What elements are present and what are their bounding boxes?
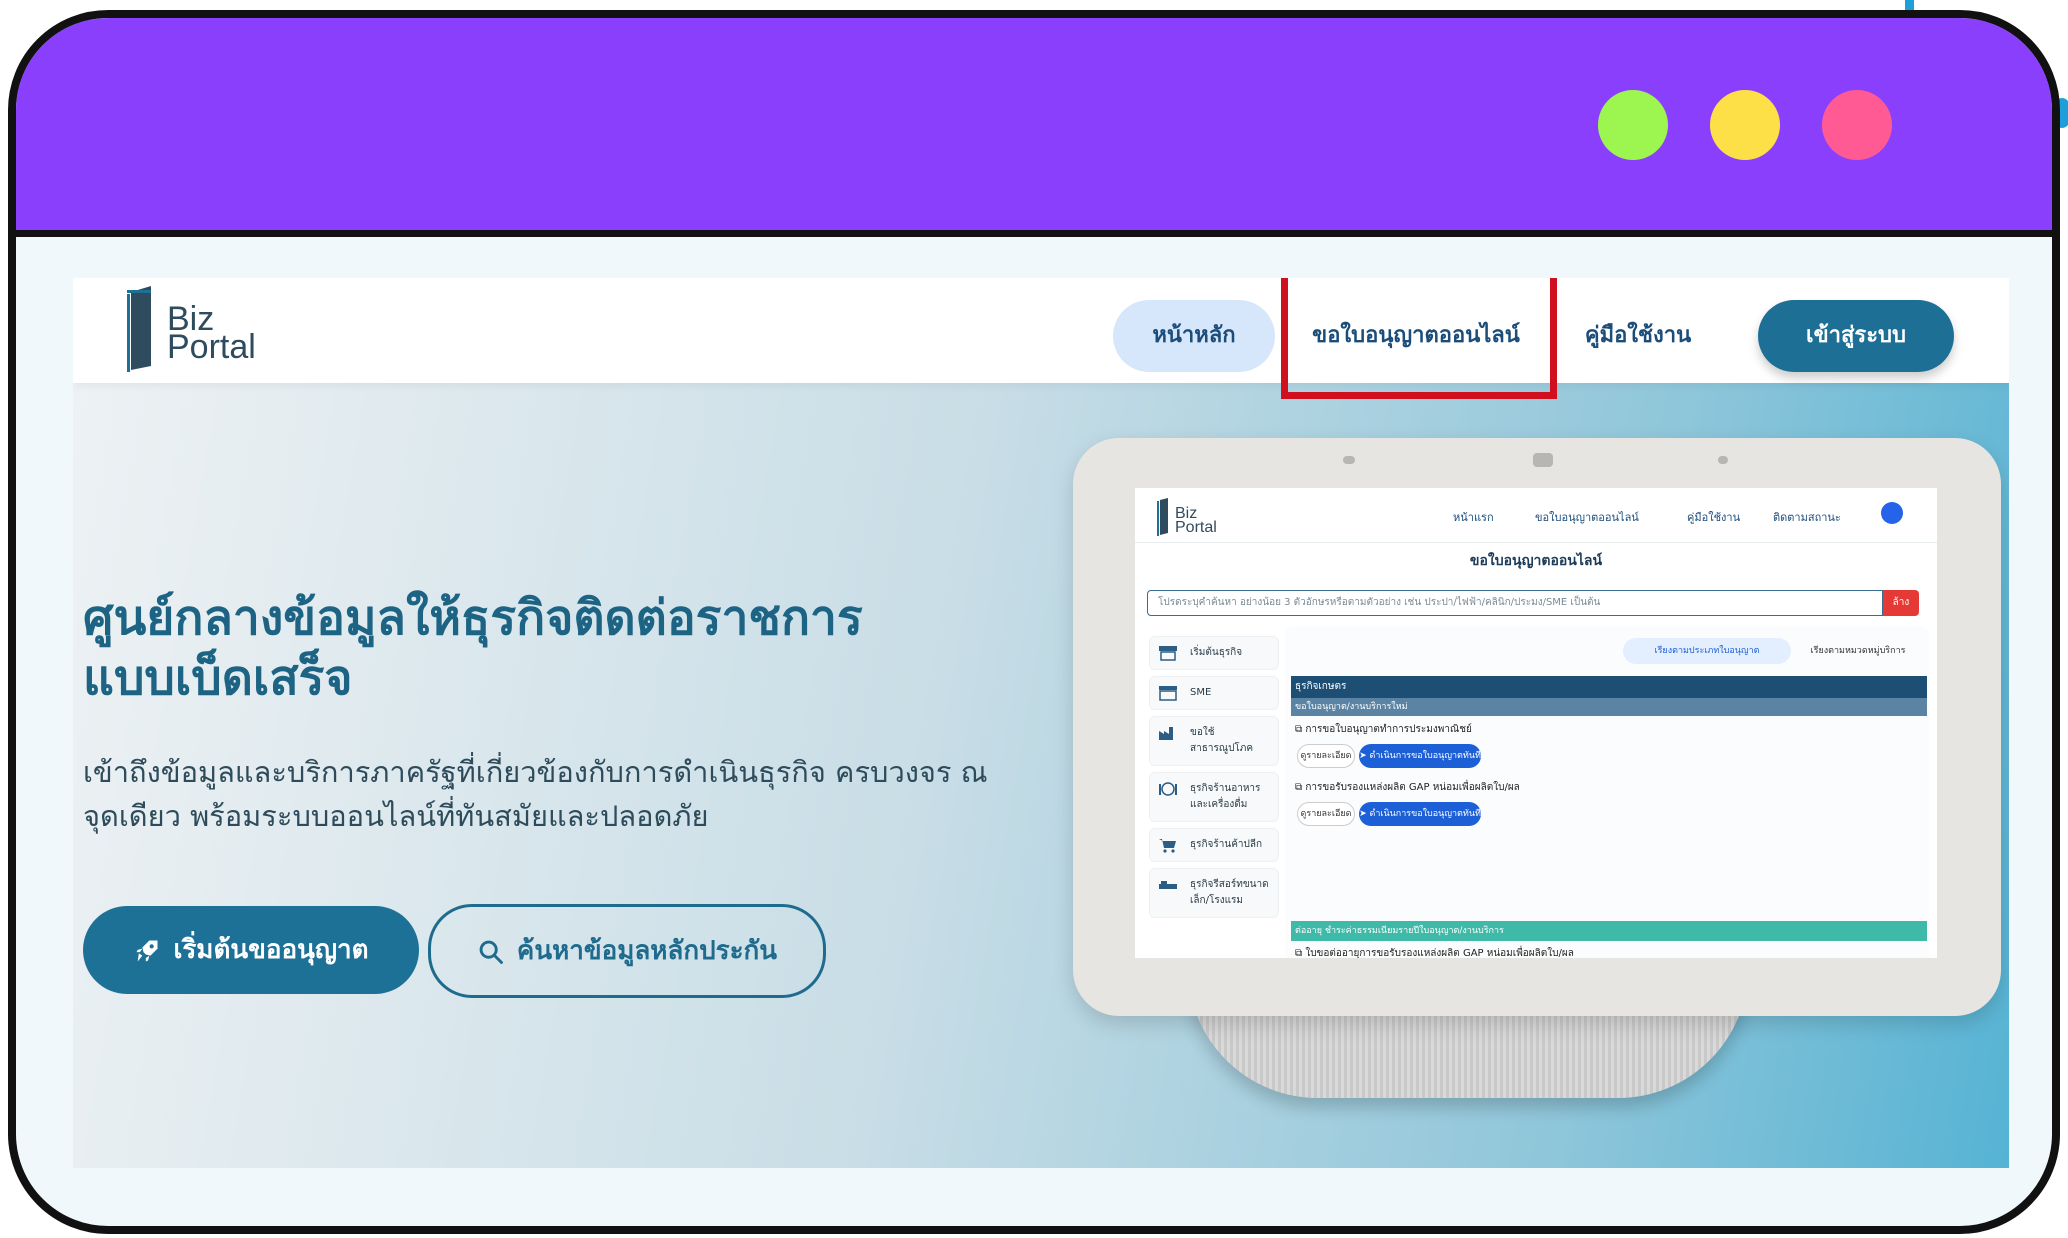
detail-button[interactable]: ดูรายละเอียด: [1297, 802, 1355, 826]
screen-page-heading: ขอใบอนุญาตออนไลน์: [1469, 553, 1603, 569]
license-item-title[interactable]: ⧉ การขอรับรองแหล่งผลิต GAP หน่อมเพื่อผลิ…: [1295, 780, 1520, 795]
apply-now-label: ดำเนินการขอใบอนุญาตทันที: [1369, 751, 1481, 761]
cart-icon: [1159, 839, 1176, 853]
search-icon: [479, 940, 503, 964]
hero-title: ศูนย์กลางข้อมูลให้ธุรกิจติดต่อราชการ แบบ…: [83, 588, 1083, 708]
sidebar-item-sme[interactable]: SME: [1149, 676, 1279, 710]
device-camera: [1533, 453, 1553, 467]
window-dot-green[interactable]: [1598, 90, 1668, 160]
window-titlebar: [16, 18, 2052, 237]
factory-icon: [1159, 727, 1173, 740]
sidebar-item-label: ธุรกิจรีสอร์ทขนาดเล็ก/โรงแรม: [1190, 879, 1269, 906]
sidebar-item-utilities[interactable]: ขอใช้สาธารณูปโภค: [1149, 716, 1279, 766]
apply-now-button[interactable]: ➤ ดำเนินการขอใบอนุญาตทันที: [1359, 802, 1481, 826]
screen-nav-home[interactable]: หน้าแรก: [1453, 508, 1494, 526]
sort-by-service-tab[interactable]: เรียงตามหมวดหมู่บริการ: [1797, 638, 1919, 664]
screen-category-sidebar: เริ่มต้นธุรกิจ SME ขอใช้สาธารณูปโภค ธุรก…: [1149, 636, 1279, 924]
sidebar-item-label: ธุรกิจร้านค้าปลีก: [1190, 839, 1263, 850]
screen-license-list: เรียงตามประเภทใบอนุญาต เรียงตามหมวดหมู่บ…: [1285, 626, 1929, 958]
site-navbar: Biz Portal หน้าหลัก ขอใบอนุญาตออนไลน์ คู…: [73, 278, 2009, 399]
hero-title-line1: ศูนย์กลางข้อมูลให้ธุรกิจติดต่อราชการ: [83, 590, 863, 646]
website-viewport: Biz Portal หน้าหลัก ขอใบอนุญาตออนไลน์ คู…: [73, 278, 2009, 1168]
apply-now-button[interactable]: ➤ ดำเนินการขอใบอนุญาตทันที: [1359, 744, 1481, 768]
sidebar-item-label: เริ่มต้นธุรกิจ: [1190, 647, 1243, 658]
sidebar-item-hotel[interactable]: ธุรกิจรีสอร์ทขนาดเล็ก/โรงแรม: [1149, 868, 1279, 918]
renewal-section-header: ต่ออายุ ชำระค่าธรรมเนียมรายปีใบอนุญาต/งา…: [1291, 921, 1927, 941]
sidebar-item-start-business[interactable]: เริ่มต้นธุรกิจ: [1149, 636, 1279, 670]
hero-subtitle-line1: เข้าถึงข้อมูลและบริการภาครัฐที่เกี่ยวข้อ…: [83, 755, 988, 789]
hero-title-line2: แบบเบ็ดเสร็จ: [83, 650, 353, 706]
door-logo-icon: [1157, 498, 1168, 536]
search-collateral-label: ค้นหาข้อมูลหลักประกัน: [516, 936, 778, 966]
hero-subtitle: เข้าถึงข้อมูลและบริการภาครัฐที่เกี่ยวข้อ…: [83, 750, 1083, 838]
license-item-label: การขอใบอนุญาตทำการประมงพาณิชย์: [1305, 724, 1472, 735]
nav-home[interactable]: หน้าหลัก: [1113, 300, 1275, 372]
bed-icon: [1159, 881, 1177, 889]
logo-text-portal: Portal: [167, 328, 256, 366]
license-item-title[interactable]: ⧉ ใบขอต่ออายุการขอรับรองแหล่งผลิต GAP หน…: [1295, 946, 1574, 958]
smart-display-device: Biz Portal หน้าแรก ขอใบอนุญาตออนไลน์ คู่…: [1073, 438, 2001, 1016]
screen-nav-tracking[interactable]: ติดตามสถานะ: [1773, 508, 1841, 526]
rocket-icon: [136, 940, 158, 961]
screen-nav-license[interactable]: ขอใบอนุญาตออนไลน์: [1535, 508, 1639, 526]
apply-now-label: ดำเนินการขอใบอนุญาตทันที: [1369, 809, 1481, 819]
send-icon: ➤: [1359, 751, 1370, 761]
shop-icon: [1159, 646, 1177, 661]
window-dot-red[interactable]: [1822, 90, 1892, 160]
detail-button[interactable]: ดูรายละเอียด: [1297, 744, 1355, 768]
screen-clear-button[interactable]: ล้าง: [1883, 590, 1919, 616]
user-avatar-icon[interactable]: [1881, 502, 1903, 524]
sidebar-item-retail[interactable]: ธุรกิจร้านค้าปลีก: [1149, 828, 1279, 862]
screen-logo-portal: Portal: [1175, 519, 1217, 536]
highlight-box-license-online: [1281, 278, 1557, 399]
external-link-icon: ⧉: [1295, 782, 1306, 793]
window-dot-yellow[interactable]: [1710, 90, 1780, 160]
screen-logo: Biz Portal: [1157, 498, 1227, 538]
dining-icon: [1159, 782, 1177, 796]
screen-nav-manual[interactable]: คู่มือใช้งาน: [1687, 508, 1740, 526]
sort-by-type-tab[interactable]: เรียงตามประเภทใบอนุญาต: [1623, 638, 1791, 664]
bizportal-logo[interactable]: Biz Portal: [125, 286, 285, 376]
category-header: ธุรกิจเกษตร: [1291, 676, 1927, 698]
sidebar-item-label: ธุรกิจร้านอาหารและเครื่องดื่ม: [1190, 783, 1261, 810]
sidebar-item-restaurant[interactable]: ธุรกิจร้านอาหารและเครื่องดื่ม: [1149, 772, 1279, 822]
screen-search-input[interactable]: โปรดระบุคำค้นหา อย่างน้อย 3 ตัวอักษรหรือ…: [1147, 590, 1883, 616]
subcategory-header: ขอใบอนุญาต/งานบริการใหม่: [1291, 698, 1927, 716]
device-sensor-right: [1718, 456, 1728, 464]
sidebar-item-label: SME: [1190, 687, 1212, 698]
screen-navbar: Biz Portal หน้าแรก ขอใบอนุญาตออนไลน์ คู่…: [1135, 488, 1937, 543]
hero-subtitle-line2: จุดเดียว พร้อมระบบออนไลน์ที่ทันสมัยและปล…: [83, 799, 709, 833]
license-item-title[interactable]: ⧉ การขอใบอนุญาตทำการประมงพาณิชย์: [1295, 722, 1472, 737]
send-icon: ➤: [1359, 809, 1370, 819]
store-icon: [1159, 686, 1177, 701]
search-collateral-button[interactable]: ค้นหาข้อมูลหลักประกัน: [428, 904, 826, 998]
external-link-icon: ⧉: [1295, 948, 1306, 958]
device-screen: Biz Portal หน้าแรก ขอใบอนุญาตออนไลน์ คู่…: [1135, 488, 1937, 958]
sidebar-item-label: ขอใช้สาธารณูปโภค: [1190, 727, 1254, 754]
start-permit-button[interactable]: เริ่มต้นขออนุญาต: [83, 906, 419, 994]
browser-window-frame: Biz Portal หน้าหลัก ขอใบอนุญาตออนไลน์ คู…: [8, 10, 2060, 1234]
nav-manual[interactable]: คู่มือใช้งาน: [1568, 300, 1708, 372]
external-link-icon: ⧉: [1295, 724, 1306, 735]
license-item-label: การขอรับรองแหล่งผลิต GAP หน่อมเพื่อผลิตใ…: [1305, 782, 1520, 793]
door-logo-icon: [127, 286, 151, 372]
start-permit-label: เริ่มต้นขออนุญาต: [173, 935, 369, 965]
license-item-label: ใบขอต่ออายุการขอรับรองแหล่งผลิต GAP หน่อ…: [1305, 948, 1574, 958]
login-button[interactable]: เข้าสู่ระบบ: [1758, 300, 1954, 372]
device-sensor-left: [1343, 456, 1355, 464]
